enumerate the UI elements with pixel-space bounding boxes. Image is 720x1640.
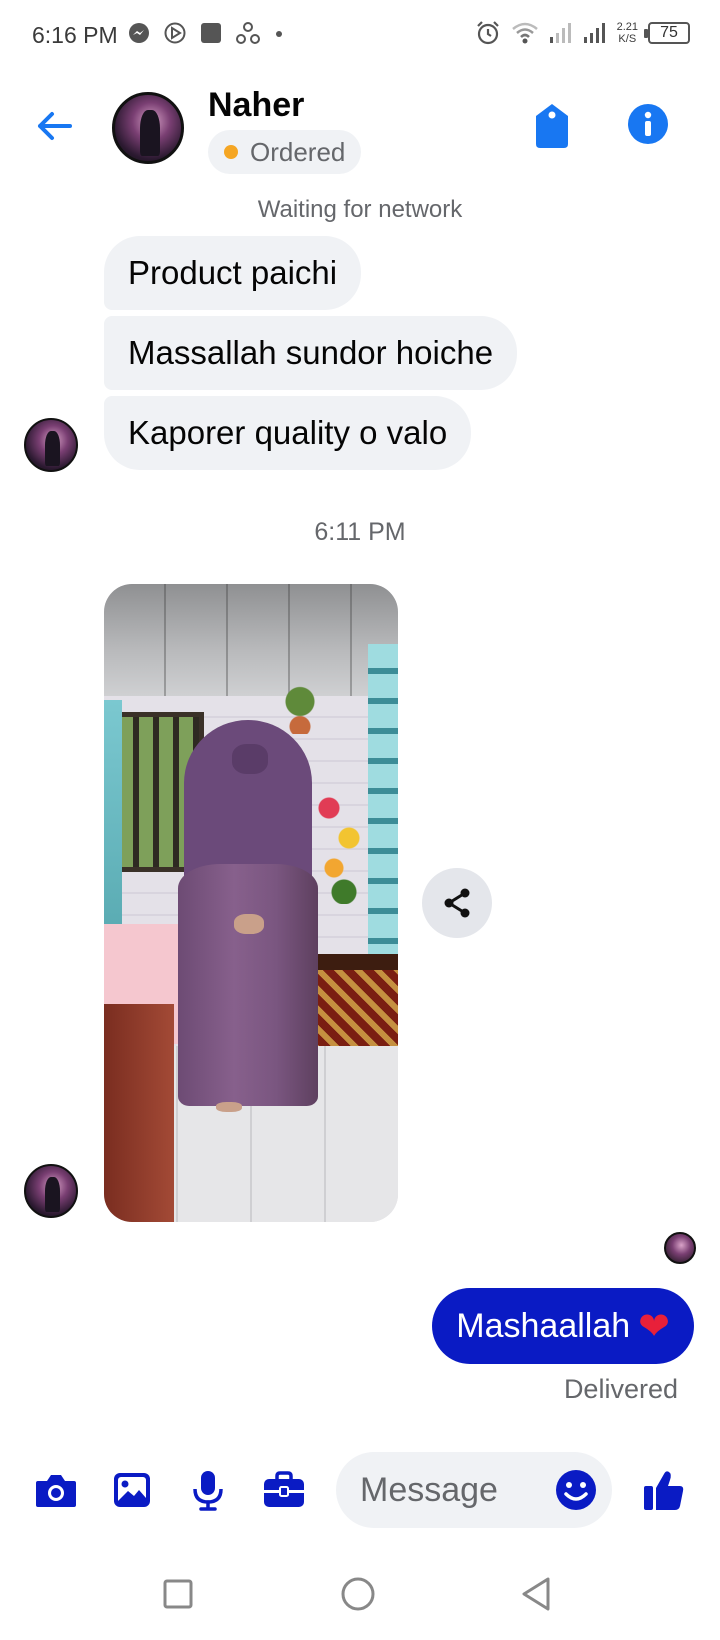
status-label-text: Ordered <box>250 136 346 167</box>
sender-avatar[interactable] <box>24 1164 78 1218</box>
message-field[interactable] <box>336 1452 612 1528</box>
share-button[interactable] <box>422 868 492 938</box>
square-icon <box>163 1579 193 1609</box>
signal-2-icon <box>583 23 605 43</box>
message-composer <box>0 1440 720 1540</box>
gallery-button[interactable] <box>108 1466 156 1514</box>
label-button[interactable] <box>532 102 576 150</box>
circle-icon <box>341 1577 375 1611</box>
more-dot-icon <box>276 31 282 37</box>
system-navigation-bar <box>0 1548 720 1640</box>
back-button[interactable] <box>30 102 78 150</box>
triangle-back-icon <box>522 1577 550 1611</box>
alarm-icon <box>476 21 499 45</box>
sender-avatar[interactable] <box>24 418 78 472</box>
microphone-icon <box>193 1471 223 1511</box>
back-nav-button[interactable] <box>514 1572 558 1616</box>
message-timestamp: 6:11 PM <box>314 518 406 546</box>
arrow-left-icon <box>38 112 72 140</box>
play-icon <box>164 22 186 44</box>
briefcase-icon <box>264 1471 304 1507</box>
status-time: 6:16 PM <box>32 22 118 48</box>
photo-message[interactable] <box>104 584 398 1222</box>
outgoing-message[interactable]: Mashaallah ❤ <box>432 1288 694 1364</box>
notification-icons <box>128 22 284 44</box>
wifi-icon <box>511 22 538 44</box>
read-receipt-avatar <box>664 1232 696 1264</box>
emoji-icon <box>556 1470 596 1510</box>
tag-icon <box>536 104 568 148</box>
share-app-icon <box>236 22 260 44</box>
network-speed: 2.21 K/S <box>617 21 638 45</box>
heart-emoji: ❤ <box>638 1306 670 1348</box>
gallery-icon <box>114 1473 150 1507</box>
app-square-icon <box>201 23 221 43</box>
emoji-button[interactable] <box>554 1468 598 1512</box>
status-bar: 6:16 PM 2.21 K/S 75 <box>0 0 720 72</box>
business-tools-button[interactable] <box>260 1466 308 1514</box>
contact-avatar[interactable] <box>112 92 184 164</box>
info-icon <box>628 104 668 144</box>
battery-indicator: 75 <box>644 22 690 44</box>
message-input[interactable] <box>360 1452 540 1528</box>
incoming-message[interactable]: Massallah sundor hoiche <box>104 316 518 390</box>
network-status: Waiting for network <box>257 196 463 223</box>
system-icons: 2.21 K/S 75 <box>475 20 690 46</box>
recent-apps-button[interactable] <box>156 1572 200 1616</box>
speed-value: 2.21 <box>616 21 638 33</box>
conversation-header: Naher Ordered <box>0 72 720 182</box>
order-status-label[interactable]: Ordered <box>208 130 362 174</box>
camera-icon <box>36 1475 76 1507</box>
voice-button[interactable] <box>184 1466 232 1514</box>
thumbs-up-icon <box>644 1471 684 1510</box>
speed-unit: K/S <box>618 33 637 45</box>
outgoing-message-text: Mashaallah <box>456 1307 631 1345</box>
incoming-message[interactable]: Kaporer quality o valo <box>104 396 472 470</box>
home-button[interactable] <box>336 1572 380 1616</box>
share-icon <box>444 888 470 918</box>
info-button[interactable] <box>626 102 670 146</box>
incoming-message[interactable]: Product paichi <box>104 236 362 310</box>
status-dot-icon <box>224 145 238 159</box>
messenger-icon <box>129 23 149 43</box>
signal-1-icon <box>549 23 571 43</box>
camera-button[interactable] <box>32 1466 80 1514</box>
delivery-status: Delivered <box>563 1374 678 1404</box>
contact-name[interactable]: Naher <box>208 86 304 125</box>
like-button[interactable] <box>640 1466 688 1514</box>
